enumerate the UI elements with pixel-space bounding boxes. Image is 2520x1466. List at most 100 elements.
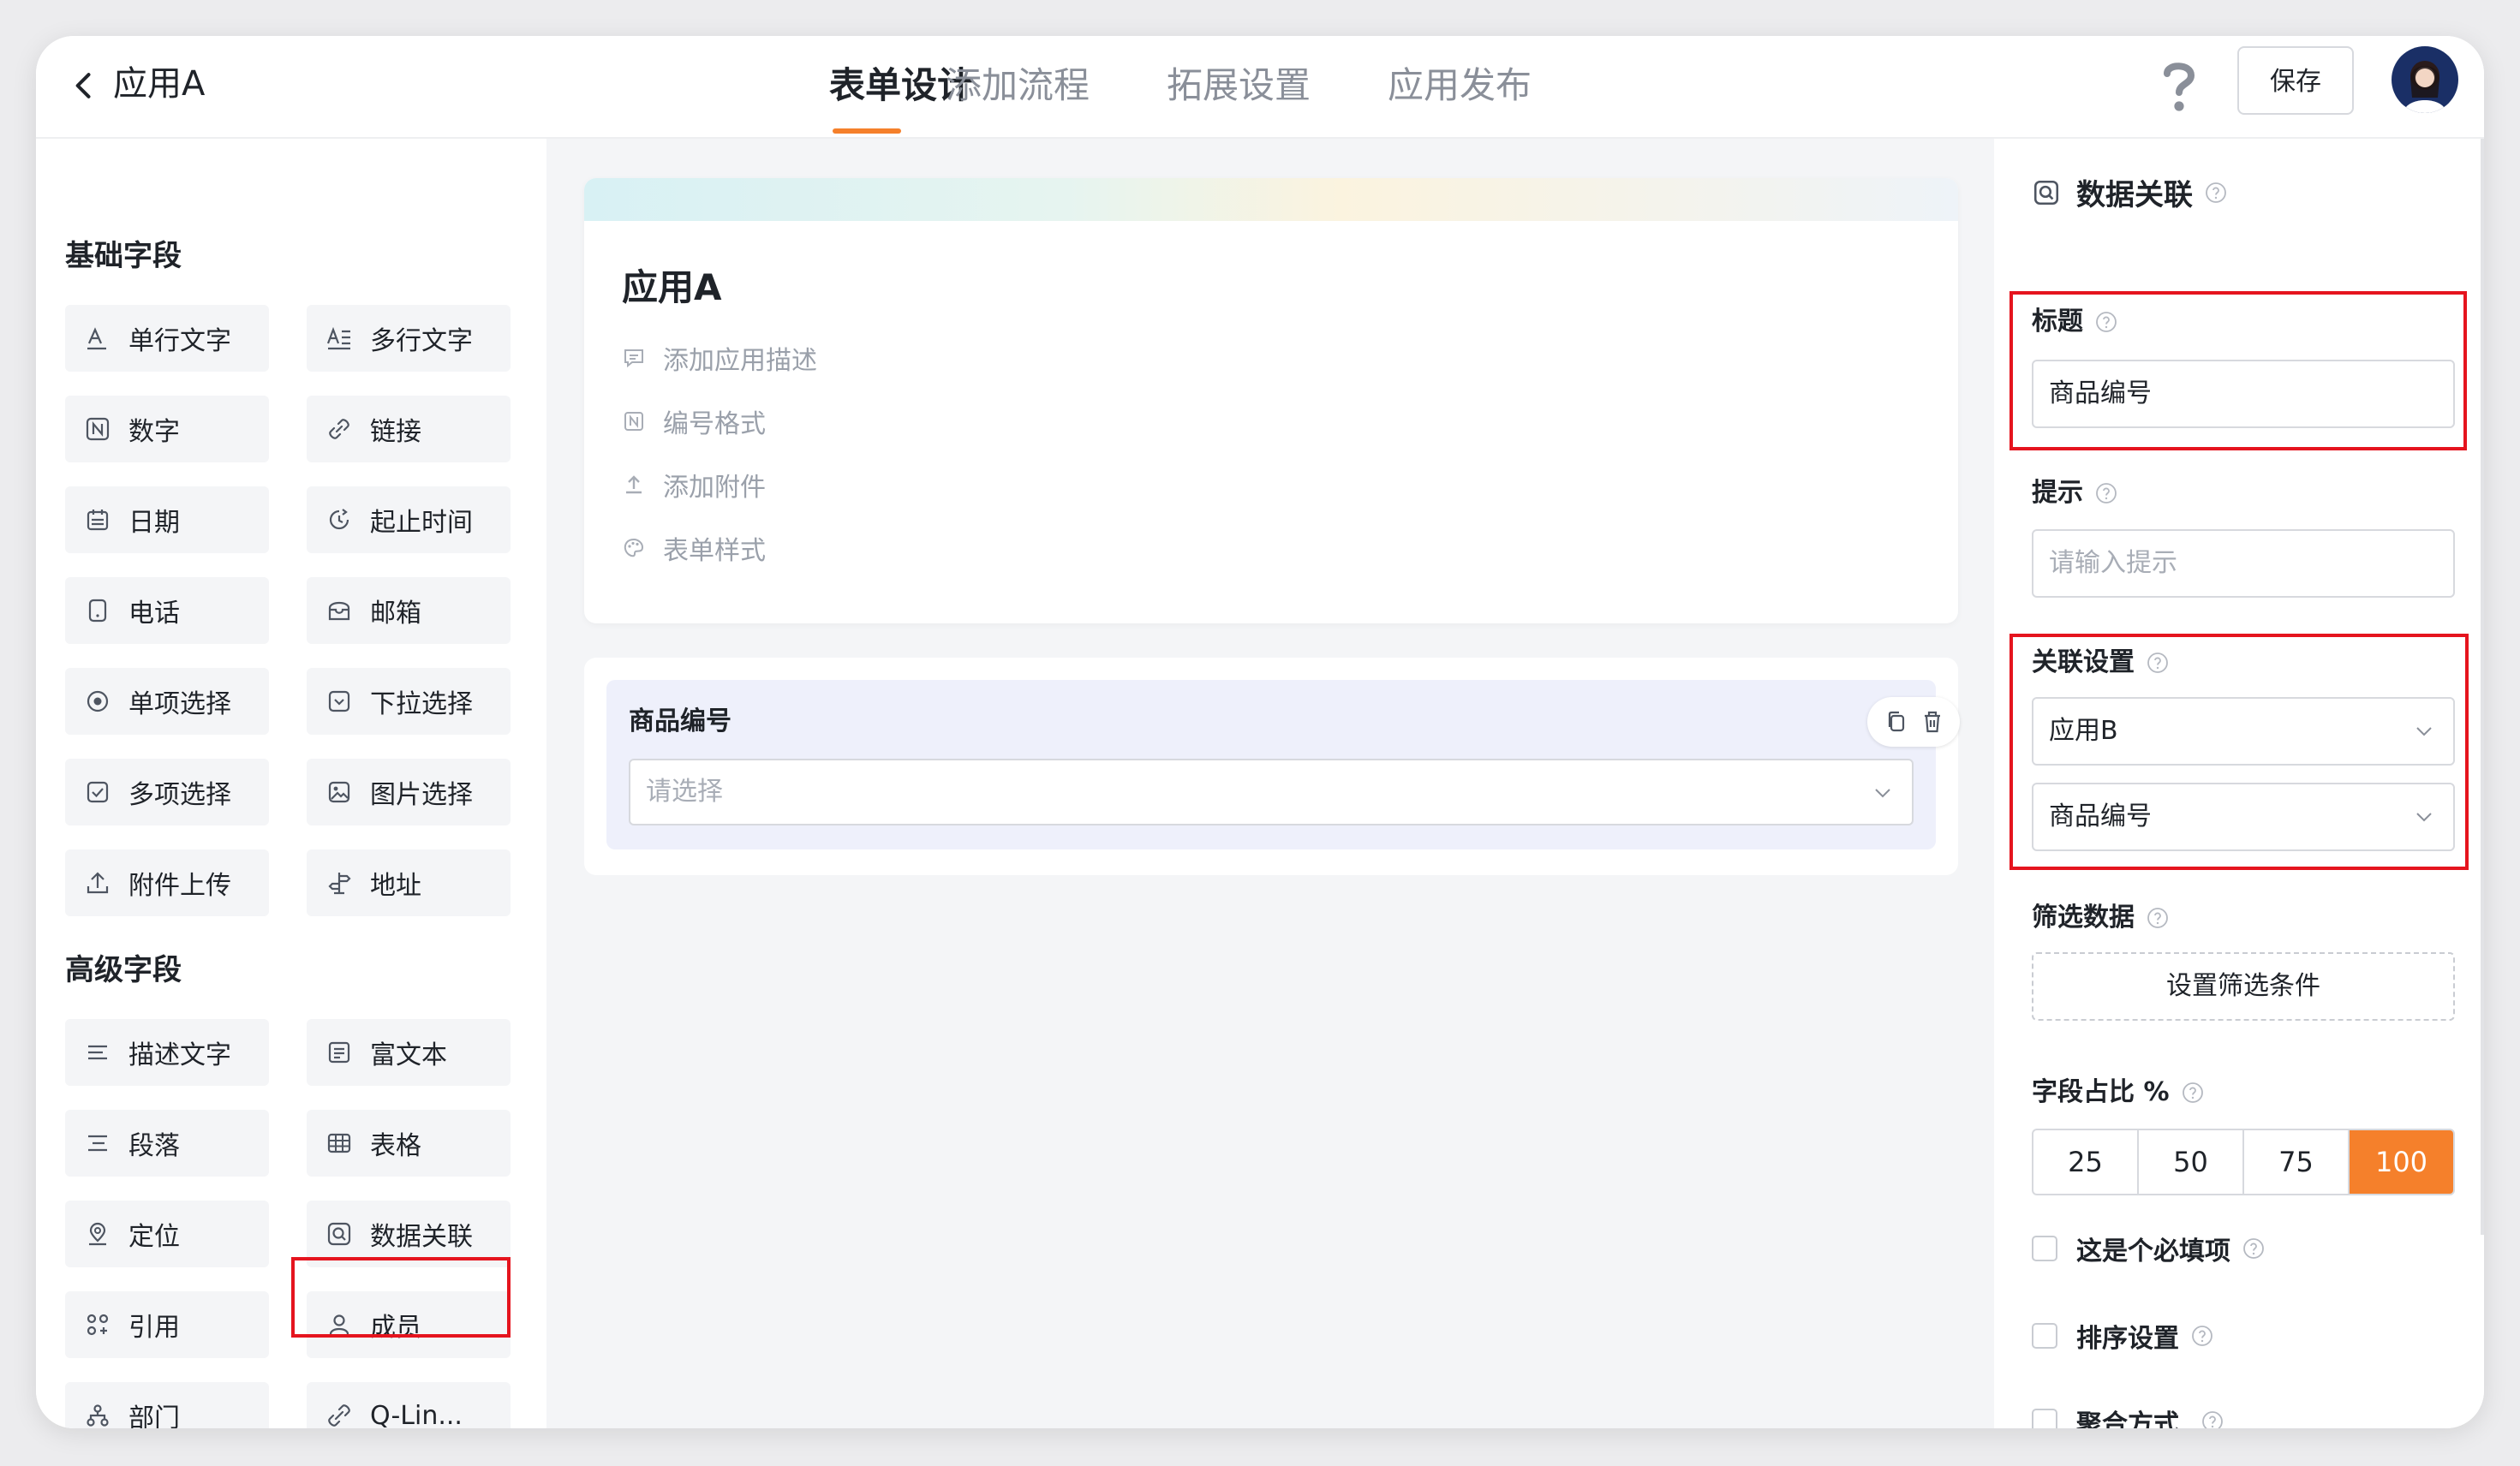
meta-add-description[interactable]: 添加应用描述 xyxy=(622,339,817,377)
field-link[interactable]: 链接 xyxy=(307,396,511,462)
trash-icon[interactable] xyxy=(1919,708,1946,736)
signpost-icon xyxy=(328,873,351,895)
save-button[interactable]: 保存 xyxy=(2237,46,2354,115)
palette-icon xyxy=(624,538,644,557)
right-panel-scrollbar[interactable] xyxy=(2481,139,2484,1235)
aggregation-checkbox-row[interactable]: 聚合方式 xyxy=(2032,1403,2224,1428)
meta-label: 添加附件 xyxy=(663,473,766,503)
form-field-card[interactable]: 商品编号 请选择 xyxy=(584,658,1960,875)
checkbox-icon xyxy=(87,781,109,803)
question-mark-icon[interactable] xyxy=(2152,55,2206,116)
field-paragraph[interactable]: 段落 xyxy=(65,1110,269,1177)
field-title: 商品编号 xyxy=(629,706,732,736)
help-circle-icon[interactable] xyxy=(2095,482,2117,504)
hint-label-row: 提示 xyxy=(2032,474,2117,512)
field-label: 富文本 xyxy=(370,1040,447,1070)
required-label: 这是个必填项 xyxy=(2076,1237,2230,1266)
dropdown-icon xyxy=(328,690,350,712)
copy-icon[interactable] xyxy=(1883,708,1910,736)
field-label: 单项选择 xyxy=(128,689,231,719)
field-date[interactable]: 日期 xyxy=(65,486,269,553)
form-header-card[interactable]: 应用A 添加应用描述 编号格式 添加附件 表单样式 xyxy=(584,178,1958,623)
field-ratio-segmented: 25 50 75 100 xyxy=(2032,1129,2455,1195)
field-multi-line-text[interactable]: 多行文字 xyxy=(307,305,511,372)
help-circle-icon[interactable] xyxy=(2201,1410,2224,1428)
meta-number-format[interactable]: 编号格式 xyxy=(622,402,766,440)
ratio-option-25[interactable]: 25 xyxy=(2033,1130,2139,1194)
field-single-choice[interactable]: 单项选择 xyxy=(65,668,269,735)
field-time-range[interactable]: 起止时间 xyxy=(307,486,511,553)
properties-header: 数据关联 xyxy=(2032,171,2227,213)
set-filter-button[interactable]: 设置筛选条件 xyxy=(2032,952,2455,1021)
chevron-down-icon xyxy=(1875,789,1890,798)
field-label: 电话 xyxy=(128,599,180,629)
rich-text-icon xyxy=(328,1041,350,1064)
meta-form-style[interactable]: 表单样式 xyxy=(622,529,766,567)
field-label: 多项选择 xyxy=(128,780,231,810)
help-circle-icon[interactable] xyxy=(2191,1325,2213,1347)
q-link-icon xyxy=(328,1404,350,1427)
field-multi-choice[interactable]: 多项选择 xyxy=(65,759,269,825)
sort-label: 排序设置 xyxy=(2076,1324,2179,1354)
field-library-panel: 基础字段 单行文字 多行文字 数字 链接 日期 起止时间 电话 邮箱 单项选择 … xyxy=(36,139,545,1428)
tab-extension-settings[interactable]: 拓展设置 xyxy=(1167,58,1311,113)
ratio-option-50[interactable]: 50 xyxy=(2139,1130,2244,1194)
field-phone[interactable]: 电话 xyxy=(65,577,269,644)
reference-icon xyxy=(87,1314,109,1336)
help-circle-icon[interactable] xyxy=(2205,182,2227,204)
field-label: 引用 xyxy=(128,1313,180,1343)
aggregation-checkbox[interactable] xyxy=(2032,1409,2057,1428)
field-mailbox[interactable]: 邮箱 xyxy=(307,577,511,644)
ratio-option-75[interactable]: 75 xyxy=(2244,1130,2350,1194)
field-description[interactable]: 描述文字 xyxy=(65,1019,269,1086)
field-toolbar xyxy=(1867,697,1960,747)
field-label: 图片选择 xyxy=(370,780,473,810)
phone-icon xyxy=(88,599,107,623)
field-image-choice[interactable]: 图片选择 xyxy=(307,759,511,825)
field-label: 部门 xyxy=(128,1403,180,1428)
field-label: 数据关联 xyxy=(370,1222,473,1252)
sort-checkbox-row[interactable]: 排序设置 xyxy=(2032,1317,2213,1355)
field-reference[interactable]: 引用 xyxy=(65,1291,269,1358)
field-location[interactable]: 定位 xyxy=(65,1201,269,1267)
field-address[interactable]: 地址 xyxy=(307,849,511,916)
meta-add-attachment[interactable]: 添加附件 xyxy=(622,466,766,504)
field-dropdown[interactable]: 下拉选择 xyxy=(307,668,511,735)
radio-icon xyxy=(87,690,109,712)
field-label: 数字 xyxy=(128,417,180,447)
meta-label: 表单样式 xyxy=(663,536,766,566)
required-checkbox-row[interactable]: 这是个必填项 xyxy=(2032,1230,2265,1267)
field-label: 单行文字 xyxy=(128,326,231,356)
ratio-option-100[interactable]: 100 xyxy=(2350,1130,2453,1194)
avatar[interactable] xyxy=(2392,46,2458,113)
field-label: 起止时间 xyxy=(370,508,473,538)
tab-add-process[interactable]: 添加流程 xyxy=(946,58,1090,113)
advanced-fields-title: 高级字段 xyxy=(65,953,182,987)
help-circle-icon[interactable] xyxy=(2182,1082,2204,1104)
help-circle-icon[interactable] xyxy=(2242,1237,2265,1260)
department-icon xyxy=(87,1404,109,1427)
number-format-icon xyxy=(624,412,643,431)
field-table[interactable]: 表格 xyxy=(307,1110,511,1177)
field-label: 下拉选择 xyxy=(370,689,473,719)
hint-placeholder: 请输入提示 xyxy=(2049,548,2177,578)
help-circle-icon[interactable] xyxy=(2147,907,2169,929)
field-q-link[interactable]: Q-Lin... xyxy=(307,1382,511,1428)
selected-field-product-number[interactable]: 商品编号 请选择 xyxy=(606,680,1960,849)
field-single-line-text[interactable]: 单行文字 xyxy=(65,305,269,372)
single-line-text-icon xyxy=(87,327,106,350)
hint-input[interactable]: 请输入提示 xyxy=(2032,529,2455,598)
field-preview-select[interactable]: 请选择 xyxy=(629,759,1914,825)
form-title[interactable]: 应用A xyxy=(622,262,722,313)
field-label: 链接 xyxy=(370,417,421,447)
chevron-left-icon[interactable] xyxy=(65,67,103,104)
aggregation-label: 聚合方式 xyxy=(2076,1409,2179,1428)
required-checkbox[interactable] xyxy=(2032,1236,2057,1261)
link-icon xyxy=(329,419,349,439)
sort-checkbox[interactable] xyxy=(2032,1323,2057,1349)
field-department[interactable]: 部门 xyxy=(65,1382,269,1428)
field-attachment-upload[interactable]: 附件上传 xyxy=(65,849,269,916)
tab-app-publish[interactable]: 应用发布 xyxy=(1388,58,1532,113)
field-number[interactable]: 数字 xyxy=(65,396,269,462)
field-rich-text[interactable]: 富文本 xyxy=(307,1019,511,1086)
